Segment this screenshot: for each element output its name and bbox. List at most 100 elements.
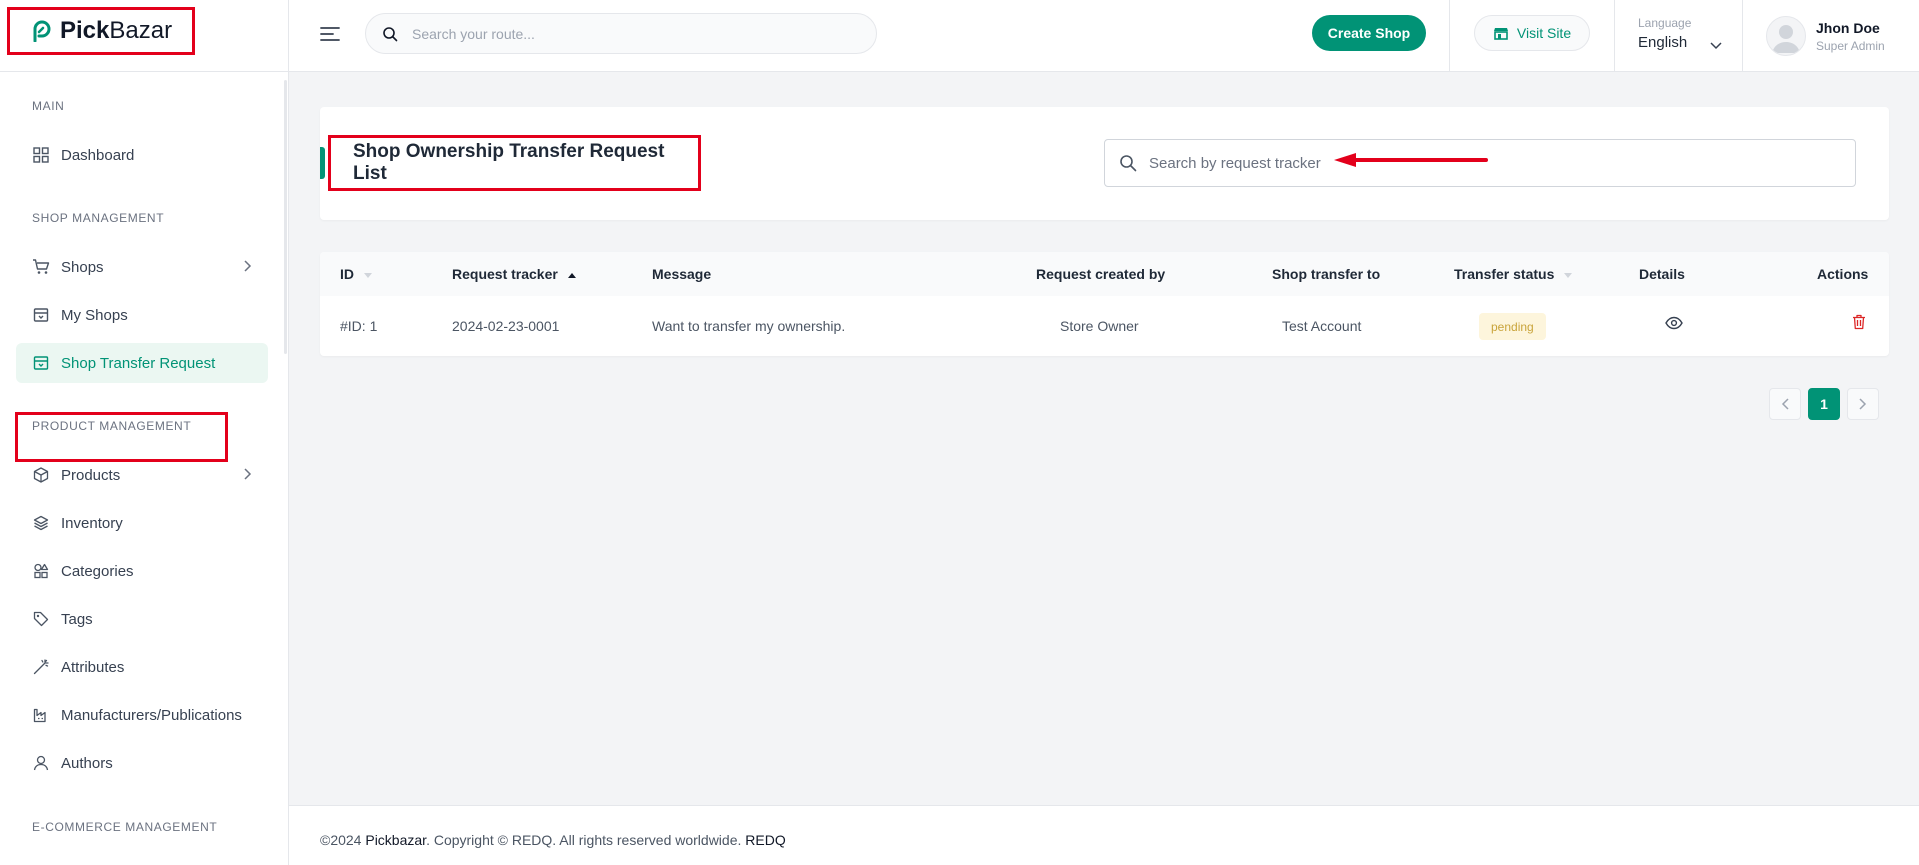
sidebar-scrollbar[interactable] — [284, 80, 287, 354]
language-label: Language — [1638, 16, 1692, 30]
footer-brand-link[interactable]: Pickbazar — [365, 832, 426, 848]
sidebar-item-label: Inventory — [61, 514, 123, 532]
divider — [1742, 0, 1743, 72]
sidebar-item-label: Dashboard — [61, 146, 135, 164]
section-label-main: MAIN — [32, 99, 65, 113]
pickbazar-logo-icon — [33, 20, 51, 42]
section-label-product-management: PRODUCT MANAGEMENT — [32, 419, 192, 433]
language-value: English — [1638, 34, 1688, 51]
chevron-right-icon — [244, 468, 252, 480]
sidebar-item-attributes[interactable]: Attributes — [16, 647, 268, 687]
trash-icon[interactable] — [1852, 314, 1866, 330]
shapes-icon — [32, 562, 50, 580]
column-header-created-by: Request created by — [1036, 266, 1166, 282]
cell-message: Want to transfer my ownership. — [652, 318, 846, 334]
section-label-shop-management: SHOP MANAGEMENT — [32, 211, 165, 225]
storefront-icon — [1493, 28, 1508, 40]
sidebar-item-label: Categories — [61, 562, 134, 580]
footer-company-link[interactable]: REDQ — [745, 832, 785, 848]
sidebar-item-label: Shops — [61, 258, 104, 276]
sidebar-item-label: Attributes — [61, 658, 125, 676]
sort-down-icon — [1564, 272, 1573, 278]
chevron-left-icon — [1781, 398, 1789, 410]
sidebar-item-shops[interactable]: Shops — [16, 247, 268, 287]
sidebar-item-label: Authors — [61, 754, 113, 772]
table-header: ID Request tracker Message Request creat… — [320, 252, 1889, 296]
search-icon — [1120, 155, 1137, 172]
title-highlight-box: Shop Ownership Transfer Request List — [328, 135, 701, 191]
sort-down-icon — [363, 272, 372, 278]
sidebar-item-authors[interactable]: Authors — [16, 743, 268, 783]
page-1-button[interactable]: 1 — [1808, 388, 1840, 420]
sidebar-item-shop-transfer-request[interactable]: Shop Transfer Request — [16, 343, 268, 383]
layers-icon — [32, 514, 50, 532]
visit-site-label: Visit Site — [1516, 25, 1572, 41]
cube-icon — [32, 466, 50, 484]
user-name: Jhon Doe — [1816, 19, 1880, 36]
hamburger-icon — [320, 27, 340, 41]
column-header-id[interactable]: ID — [340, 266, 372, 282]
table-row: #ID: 1 2024-02-23-0001 Want to transfer … — [320, 296, 1889, 356]
sort-up-icon — [567, 272, 576, 278]
annotation-arrow-icon — [1334, 153, 1488, 167]
chevron-right-icon — [1859, 398, 1867, 410]
sidebar-item-manufacturers[interactable]: Manufacturers/Publications — [16, 695, 268, 735]
dashboard-icon — [32, 146, 50, 164]
chevron-right-icon — [244, 260, 252, 272]
previous-page-button[interactable] — [1769, 388, 1801, 420]
user-profile-menu[interactable]: Jhon Doe Super Admin — [1766, 14, 1916, 58]
sidebar-item-products[interactable]: Products — [16, 455, 268, 495]
transfer-request-table: ID Request tracker Message Request creat… — [320, 252, 1889, 356]
tag-icon — [32, 610, 50, 628]
divider — [1614, 0, 1615, 72]
shop-box-icon — [32, 306, 50, 324]
sidebar-item-categories[interactable]: Categories — [16, 551, 268, 591]
status-badge: pending — [1479, 313, 1546, 340]
logo[interactable]: PickBazar — [7, 7, 195, 55]
user-avatar-icon — [1772, 25, 1800, 53]
magic-wand-icon — [32, 658, 50, 676]
logo-text: PickBazar — [60, 17, 173, 44]
menu-toggle-button[interactable] — [318, 22, 344, 46]
cell-transfer-to: Test Account — [1282, 318, 1362, 334]
cell-created-by: Store Owner — [1060, 318, 1139, 334]
user-role: Super Admin — [1816, 38, 1885, 53]
route-search-box — [365, 13, 877, 54]
sidebar-item-label: Products — [61, 466, 121, 484]
sidebar-item-label: My Shops — [61, 306, 128, 324]
cell-id: #ID: 1 — [340, 318, 378, 334]
language-selector[interactable]: Language English — [1638, 16, 1726, 56]
sidebar: MAIN Dashboard SHOP MANAGEMENT Shops My … — [0, 72, 289, 865]
factory-icon — [32, 706, 50, 724]
create-shop-button[interactable]: Create Shop — [1312, 15, 1426, 51]
sidebar-item-label: Tags — [61, 610, 93, 628]
column-header-details: Details — [1639, 266, 1685, 282]
next-page-button[interactable] — [1847, 388, 1879, 420]
divider — [1449, 0, 1450, 72]
top-bar: PickBazar Create Shop Visit Site Languag… — [0, 0, 1919, 72]
chevron-down-icon — [1710, 42, 1722, 50]
user-icon — [32, 754, 50, 772]
title-accent-bar — [320, 147, 325, 179]
sidebar-item-my-shops[interactable]: My Shops — [16, 295, 268, 335]
sidebar-item-inventory[interactable]: Inventory — [16, 503, 268, 543]
section-label-ecommerce-management: E-COMMERCE MANAGEMENT — [32, 820, 218, 834]
sidebar-item-label: Shop Transfer Request — [61, 354, 216, 372]
visit-site-button[interactable]: Visit Site — [1474, 15, 1590, 51]
column-header-request-tracker[interactable]: Request tracker — [452, 266, 576, 282]
transfer-box-icon — [32, 354, 50, 372]
route-search-input[interactable] — [412, 25, 852, 42]
column-header-message: Message — [652, 266, 712, 282]
column-header-transfer-to: Shop transfer to — [1272, 266, 1381, 282]
column-header-transfer-status[interactable]: Transfer status — [1454, 266, 1573, 282]
copyright-text: ©2024 Pickbazar. Copyright © REDQ. All r… — [320, 832, 786, 848]
eye-icon[interactable] — [1665, 316, 1683, 330]
sidebar-item-label: Manufacturers/Publications — [61, 706, 242, 724]
search-icon — [383, 26, 398, 41]
footer: ©2024 Pickbazar. Copyright © REDQ. All r… — [289, 805, 1919, 865]
avatar — [1766, 16, 1806, 56]
sidebar-item-tags[interactable]: Tags — [16, 599, 268, 639]
column-header-actions: Actions — [1817, 266, 1869, 282]
sidebar-item-dashboard[interactable]: Dashboard — [16, 135, 268, 175]
brand-area: PickBazar — [0, 0, 289, 72]
